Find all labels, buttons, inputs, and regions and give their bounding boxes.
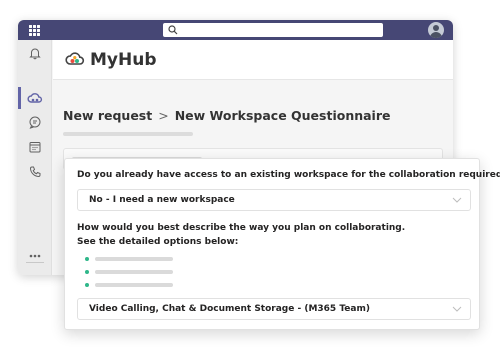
breadcrumb-separator: > (158, 108, 169, 123)
collaboration-type-select[interactable]: Video Calling, Chat & Document Storage -… (77, 298, 471, 320)
breadcrumb-parent[interactable]: New request (63, 108, 152, 123)
workspace-access-select[interactable]: No - I need a new workspace (77, 189, 471, 211)
search-icon (168, 25, 178, 35)
question-2-label: How would you best describe the way you … (77, 222, 405, 249)
cloud-hub-icon[interactable] (27, 90, 43, 106)
rail-divider (26, 262, 44, 263)
phone-icon[interactable] (27, 164, 43, 180)
chevron-down-icon (452, 306, 462, 312)
app-header: MyHub (53, 40, 453, 80)
apps-icon[interactable] (27, 273, 43, 275)
calendar-icon[interactable] (27, 139, 43, 155)
app-rail (18, 40, 52, 275)
question-2-line-1: How would you best describe the way you … (77, 223, 406, 233)
placeholder-text (63, 132, 193, 136)
bell-icon[interactable] (27, 45, 43, 61)
question-2-line-2: See the detailed options below: (77, 236, 239, 247)
myhub-logo-icon (65, 51, 85, 71)
question-1-label: Do you already have access to an existin… (77, 170, 500, 180)
avatar[interactable] (428, 22, 444, 38)
chevron-down-icon (452, 197, 462, 203)
chat-icon[interactable] (27, 114, 43, 130)
top-bar (18, 20, 453, 40)
workspace-access-value: No - I need a new workspace (89, 195, 235, 205)
breadcrumb: New request > New Workspace Questionnaire (63, 108, 390, 123)
questionnaire-card: Do you already have access to an existin… (64, 158, 500, 330)
search-input[interactable] (163, 23, 383, 37)
active-indicator (18, 87, 21, 109)
breadcrumb-current: New Workspace Questionnaire (174, 108, 391, 123)
collaboration-type-value: Video Calling, Chat & Document Storage -… (89, 304, 370, 314)
app-title: MyHub (90, 50, 157, 70)
app-launcher-icon[interactable] (29, 25, 40, 36)
